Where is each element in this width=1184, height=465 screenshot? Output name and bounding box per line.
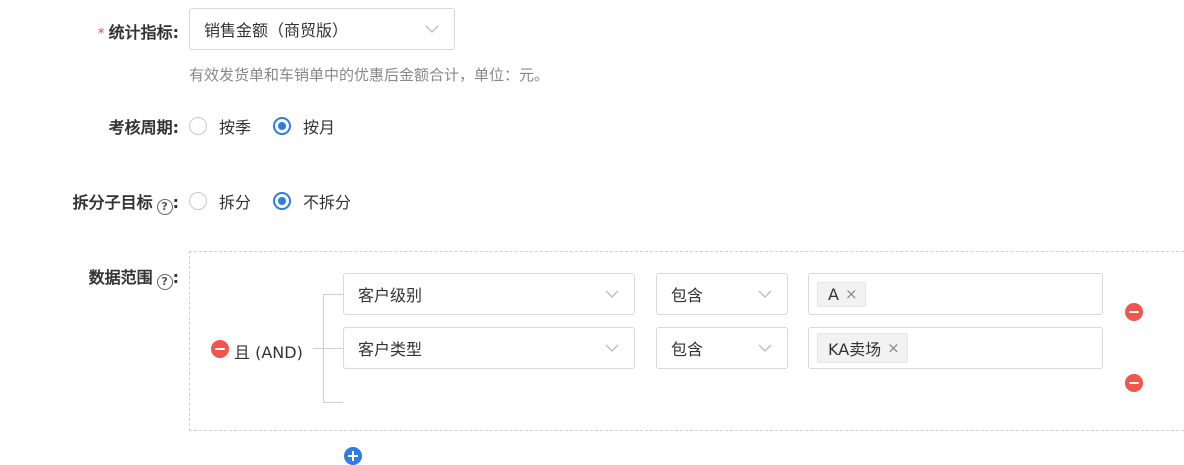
close-icon[interactable]: × (887, 339, 900, 357)
chevron-down-icon (605, 344, 619, 352)
radio-unchecked-icon (189, 117, 207, 135)
remove-rule-icon[interactable] (1125, 374, 1143, 392)
scope-label: 数据范围?: (88, 268, 179, 290)
metric-select[interactable]: 销售金额（商贸版） (189, 8, 455, 50)
tree-branch (323, 402, 343, 403)
rule-operator-select[interactable]: 包含 (656, 273, 788, 315)
chevron-down-icon (425, 25, 439, 33)
split-option-nosplit[interactable]: 不拆分 (273, 189, 351, 213)
rule-operator-select[interactable]: 包含 (656, 327, 788, 369)
split-option-split[interactable]: 拆分 (189, 189, 251, 213)
metric-label: * 统计指标: (97, 23, 179, 42)
tree-branch (323, 348, 343, 349)
logic-operator-label: 且 (AND) (234, 343, 303, 362)
period-option-month[interactable]: 按月 (273, 114, 335, 138)
value-tag: KA卖场 × (817, 333, 908, 363)
period-radio-group: 按季 按月 (189, 114, 357, 138)
help-icon[interactable]: ? (156, 274, 173, 290)
add-rule-icon[interactable] (344, 447, 362, 465)
close-icon[interactable]: × (845, 285, 858, 303)
tree-connector (313, 348, 323, 349)
remove-group-icon[interactable] (211, 340, 229, 358)
rule-value-select[interactable]: KA卖场 × (808, 327, 1103, 369)
radio-unchecked-icon (189, 192, 207, 210)
help-icon[interactable]: ? (156, 199, 173, 215)
metric-select-value: 销售金额（商贸版） (204, 21, 349, 40)
remove-rule-icon[interactable] (1125, 303, 1143, 321)
value-tag: A × (817, 281, 866, 307)
metric-hint: 有效发货单和车销单中的优惠后金额合计，单位：元。 (189, 66, 550, 84)
rule-field-select[interactable]: 客户级别 (343, 273, 635, 315)
period-label: 考核周期: (108, 118, 179, 137)
rule-value-select[interactable]: A × (808, 273, 1103, 315)
period-option-quarter[interactable]: 按季 (189, 114, 251, 138)
rule-field-select[interactable]: 客户类型 (343, 327, 635, 369)
radio-checked-icon (273, 117, 292, 135)
required-mark: * (97, 26, 105, 42)
chevron-down-icon (605, 290, 619, 298)
split-radio-group: 拆分 不拆分 (189, 189, 373, 213)
radio-checked-icon (273, 192, 292, 210)
chevron-down-icon (758, 290, 772, 298)
tree-branch (323, 294, 343, 295)
chevron-down-icon (758, 344, 772, 352)
split-label: 拆分子目标?: (72, 193, 179, 215)
